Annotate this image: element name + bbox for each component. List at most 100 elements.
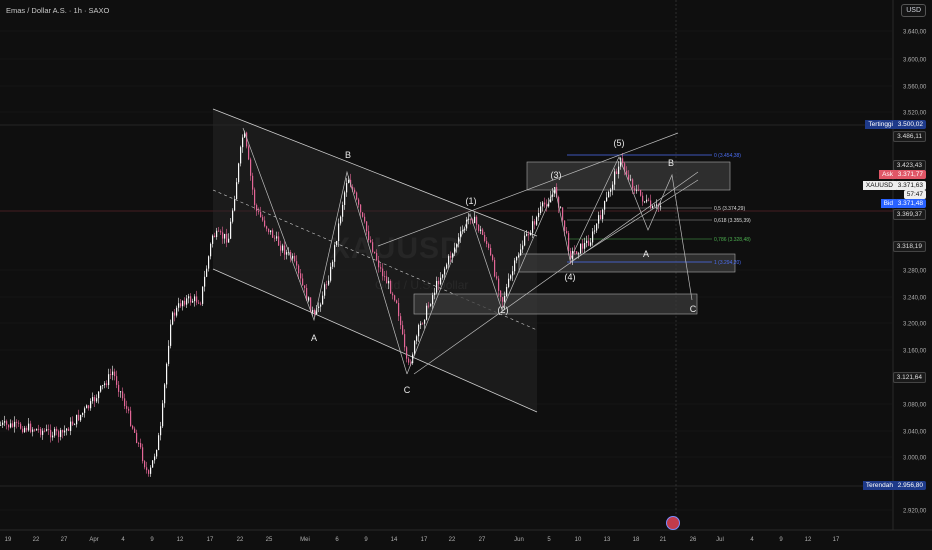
candle-body (148, 470, 150, 474)
candle-body (54, 428, 56, 436)
candle-body (342, 204, 344, 217)
economic-event-icon[interactable] (666, 516, 680, 530)
wave-label: B (668, 158, 674, 168)
candle-body (26, 427, 28, 431)
candle-body (40, 428, 42, 435)
candle-body (318, 306, 320, 308)
candle-body (174, 312, 176, 316)
candle-body (212, 235, 214, 244)
price-axis-label: 3.040,00 (903, 430, 927, 436)
wave-label: A (643, 249, 649, 259)
candle-body (612, 184, 614, 190)
candle-body (366, 221, 368, 232)
wave-label: C (404, 385, 411, 395)
wave-label: B (345, 150, 351, 160)
candle-body (484, 234, 486, 242)
candle-body (636, 189, 638, 191)
candle-body (506, 286, 508, 297)
candle-body (482, 229, 484, 235)
candle-body (214, 235, 216, 237)
candle-body (158, 435, 160, 451)
candle-body (116, 376, 118, 385)
currency-selector[interactable]: USD (901, 4, 926, 17)
candle-body (48, 429, 50, 430)
candle-body (22, 428, 24, 433)
candle-body (396, 300, 398, 303)
candle-body (496, 276, 498, 279)
wave-label: (3) (551, 170, 562, 180)
candle-body (528, 234, 530, 236)
candle-body (286, 252, 288, 255)
candle-body (564, 220, 566, 231)
candle-body (656, 204, 658, 206)
candle-body (134, 428, 136, 433)
chart-area[interactable]: 3.640,00 3.600,00 3.560,00 3.520,00 3.280,00… (0, 0, 932, 550)
candle-body (42, 430, 44, 435)
date-axis-label: Jul (716, 537, 724, 543)
candle-body (400, 316, 402, 326)
candle-body (562, 207, 564, 221)
candle-body (56, 428, 58, 432)
candle-body (72, 421, 74, 425)
candle-body (280, 245, 282, 251)
candle-body (348, 179, 350, 184)
candle-body (604, 201, 606, 210)
candle-body (112, 371, 114, 375)
price-axis-label: 3.240,00 (903, 296, 927, 302)
fib-label-0618: 0,618 (3.355,39) (714, 218, 751, 224)
candle-body (256, 205, 258, 212)
candle-body (652, 206, 654, 208)
candle-body (18, 422, 20, 424)
candle-body (474, 216, 476, 224)
candle-body (236, 182, 238, 200)
candle-body (420, 323, 422, 326)
candle-body (514, 260, 516, 272)
candle-body (228, 238, 230, 243)
candle-body (126, 406, 128, 409)
candle-body (616, 171, 618, 175)
candle-body (44, 430, 46, 432)
candle-body (354, 189, 356, 193)
price-axis-label: 3.560,00 (903, 85, 927, 91)
candle-body (534, 221, 536, 225)
candle-body (46, 429, 48, 431)
candle-body (122, 391, 124, 399)
candle-body (140, 443, 142, 448)
candle-body (66, 428, 68, 431)
candle-body (602, 209, 604, 220)
candle-body (110, 374, 112, 376)
candle-body (408, 358, 410, 363)
symbol-watermark: XAUUSD (330, 232, 463, 265)
candle-body (218, 230, 220, 232)
date-axis-label: Apr (89, 537, 98, 543)
candle-body (540, 206, 542, 214)
candle-body (384, 276, 386, 278)
candle-body (4, 421, 6, 423)
candle-body (124, 398, 126, 407)
candle-body (392, 293, 394, 296)
candle-body (628, 174, 630, 180)
candle-body (178, 303, 180, 308)
candle-body (16, 421, 18, 423)
candle-body (566, 230, 568, 234)
candle-body (156, 450, 158, 457)
candle-body (644, 201, 646, 203)
candle-body (202, 286, 204, 304)
candle-body (630, 179, 632, 181)
candle-body (248, 146, 250, 160)
price-chart[interactable]: 3.640,00 3.600,00 3.560,00 3.520,00 3.280,00… (0, 0, 932, 550)
candle-body (184, 300, 186, 305)
candle-body (500, 290, 502, 298)
candle-body (398, 302, 400, 317)
candle-body (204, 276, 206, 287)
price-axis-label: 3.600,00 (903, 58, 927, 64)
candle-body (102, 385, 104, 386)
date-axis-label: 18 (633, 537, 640, 543)
candle-body (8, 424, 10, 428)
wave-label: (2) (498, 305, 509, 315)
candle-body (146, 467, 148, 471)
candle-body (622, 158, 624, 164)
date-axis-label: 17 (421, 537, 428, 543)
candle-body (596, 223, 598, 231)
candle-body (598, 215, 600, 224)
